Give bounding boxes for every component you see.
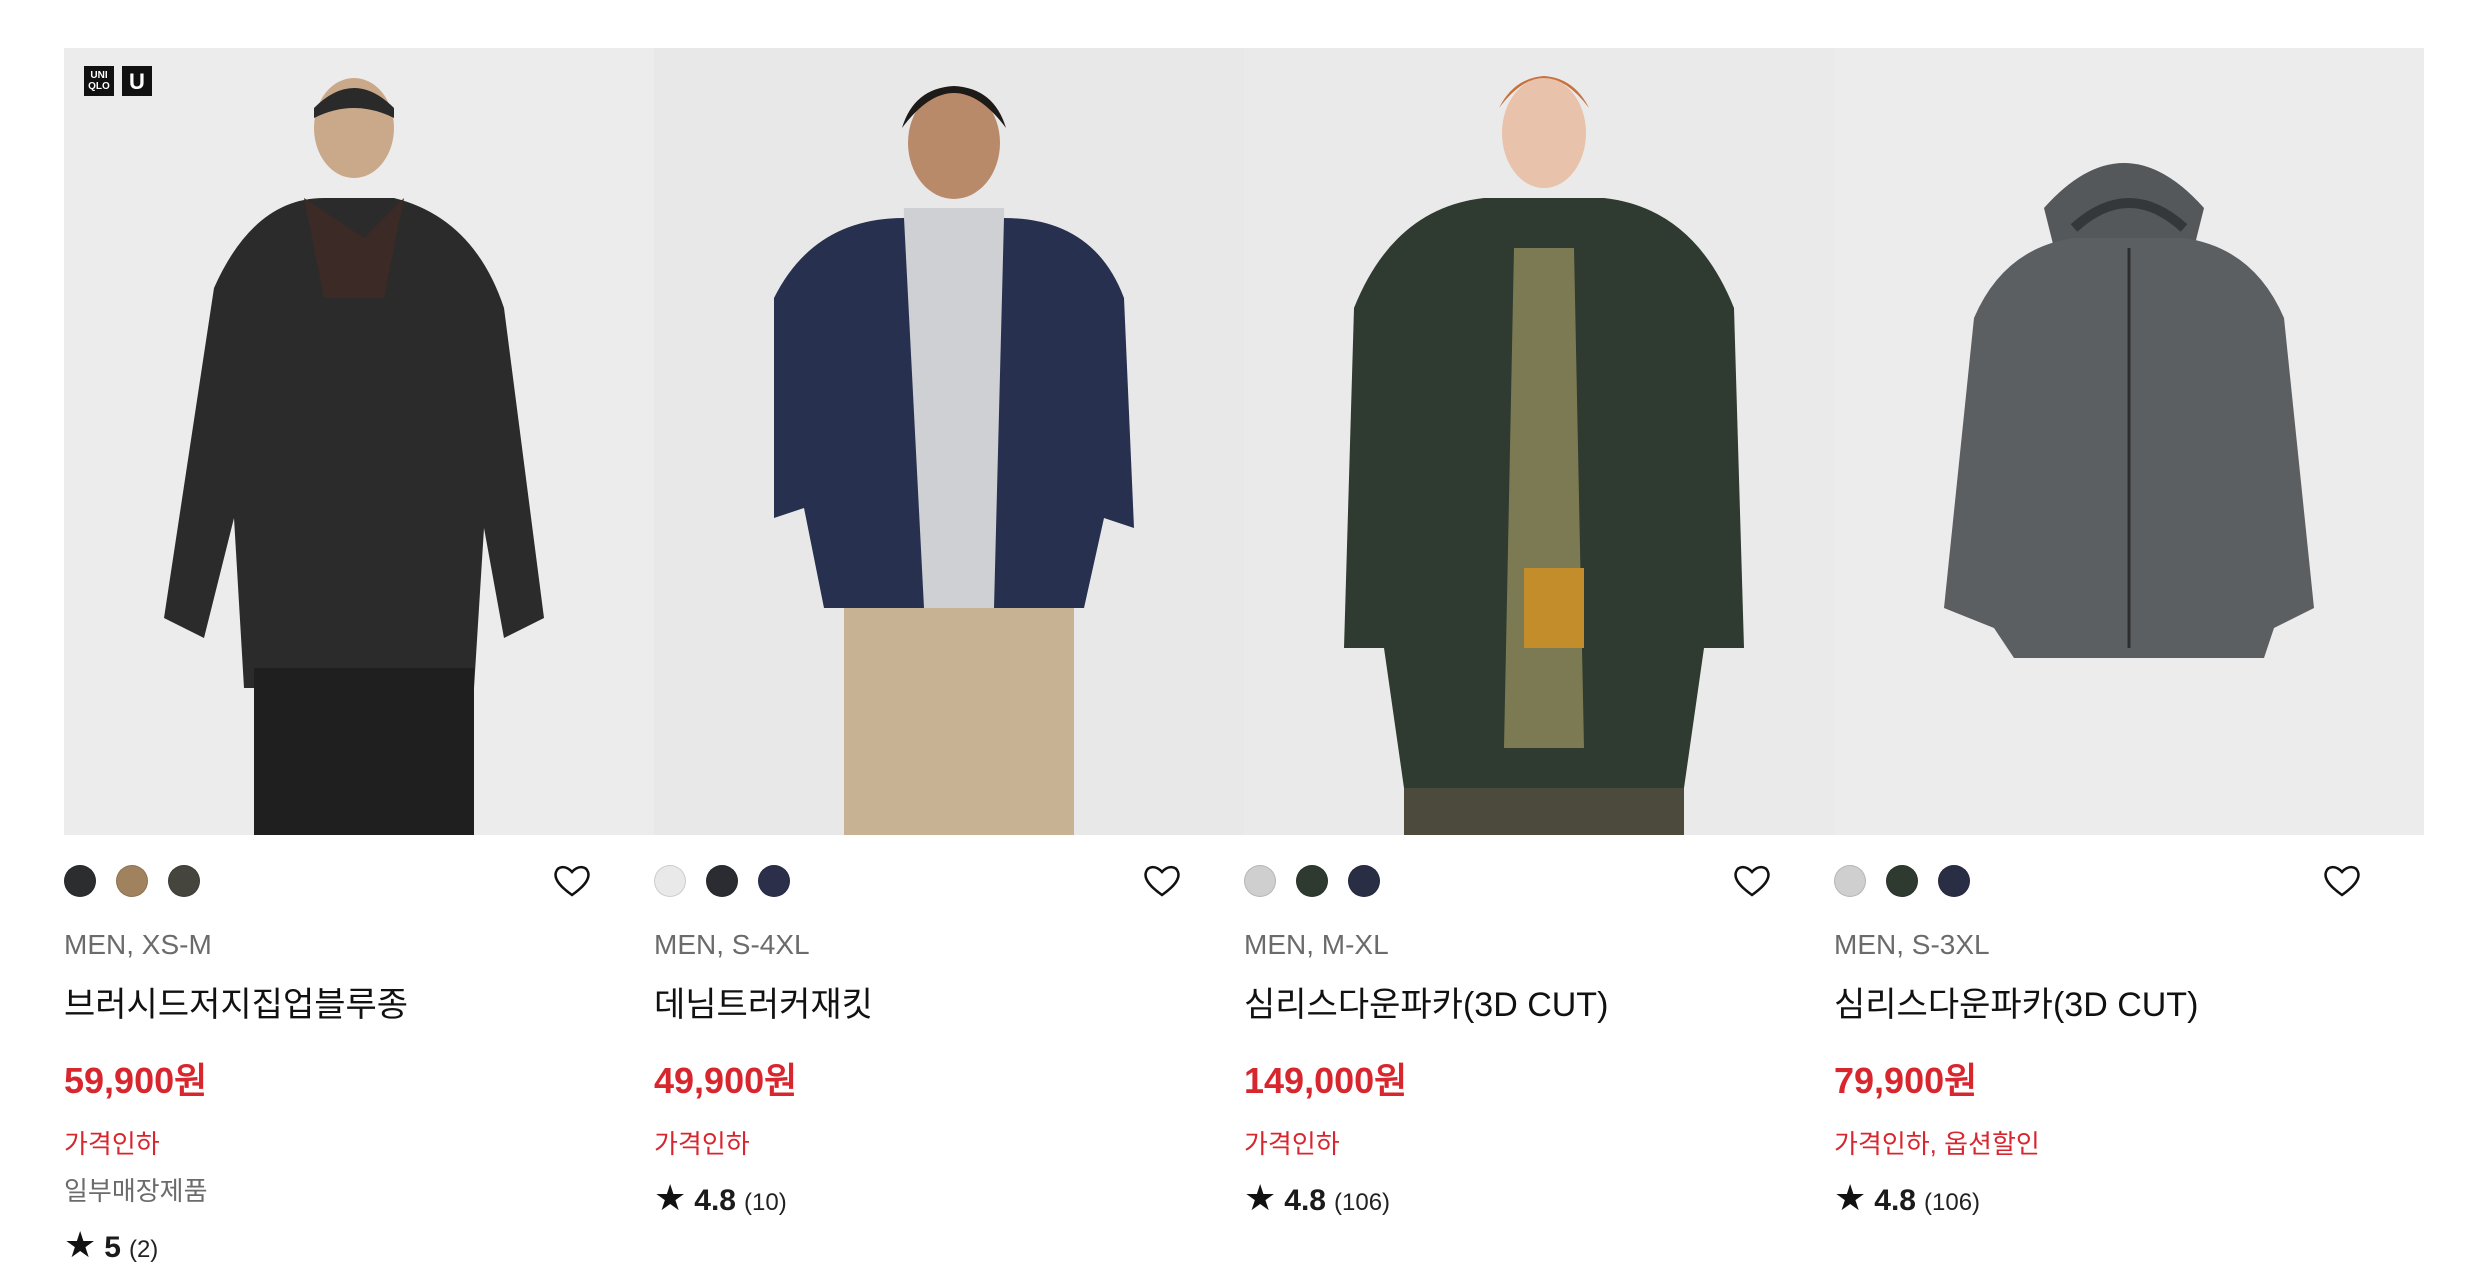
star-icon: ★: [64, 1224, 97, 1265]
price-flag: 가격인하: [1244, 1129, 1340, 1159]
color-swatch[interactable]: [168, 865, 200, 897]
product-price: 59,900원: [64, 1060, 208, 1101]
star-icon: ★: [1244, 1177, 1277, 1218]
color-swatch[interactable]: [1348, 865, 1380, 897]
color-swatches: [64, 855, 654, 907]
product-image[interactable]: [1244, 48, 1834, 835]
rating-score: 4.8: [1874, 1184, 1916, 1217]
color-swatch[interactable]: [758, 865, 790, 897]
price-flag: 가격인하, 옵션할인: [1834, 1129, 2040, 1159]
rating-score: 4.8: [694, 1184, 736, 1217]
rating-score: 4.8: [1284, 1184, 1326, 1217]
star-icon: ★: [1834, 1177, 1867, 1218]
product-card[interactable]: MEN, M-XL 심리스다운파카(3D CUT) 149,000원 가격인하 …: [1244, 48, 1834, 1266]
review-count: (10): [744, 1189, 787, 1216]
review-count: (2): [128, 1236, 159, 1263]
heart-icon[interactable]: [2322, 861, 2362, 901]
product-name[interactable]: 브러시드저지집업블루종: [64, 977, 654, 1026]
product-name[interactable]: 심리스다운파카(3D CUT): [1244, 977, 1834, 1026]
product-gender-size: MEN, S-3XL: [1834, 929, 1990, 960]
product-image[interactable]: [1834, 48, 2424, 835]
review-count: (106): [1924, 1189, 1981, 1216]
color-swatches: [1834, 855, 2424, 907]
heart-icon[interactable]: [1732, 861, 1772, 901]
rating-score: 5: [104, 1231, 121, 1264]
color-swatch[interactable]: [654, 865, 686, 897]
color-swatch[interactable]: [1834, 865, 1866, 897]
color-swatch[interactable]: [64, 865, 96, 897]
product-gender-size: MEN, XS-M: [64, 929, 212, 960]
product-rating: ★ 5 (2): [64, 1224, 654, 1266]
store-note: 일부매장제품: [64, 1176, 208, 1206]
product-rating: ★ 4.8 (106): [1244, 1177, 1834, 1219]
product-name[interactable]: 심리스다운파카(3D CUT): [1834, 977, 2424, 1026]
uniqlo-logo: UNI QLO: [84, 66, 114, 96]
product-name[interactable]: 데님트러커재킷: [654, 977, 1244, 1026]
product-card[interactable]: UNI QLO U MEN, XS-M 브러시드저지집업블루종 59,900원 …: [64, 48, 654, 1266]
color-swatch[interactable]: [116, 865, 148, 897]
product-rating: ★ 4.8 (106): [1834, 1177, 2424, 1219]
product-price: 79,900원: [1834, 1060, 1978, 1101]
price-flag: 가격인하: [64, 1129, 160, 1159]
color-swatch[interactable]: [1886, 865, 1918, 897]
color-swatch[interactable]: [706, 865, 738, 897]
color-swatch[interactable]: [1938, 865, 1970, 897]
color-swatch[interactable]: [1296, 865, 1328, 897]
product-image[interactable]: [654, 48, 1244, 835]
color-swatches: [654, 855, 1244, 907]
heart-icon[interactable]: [1142, 861, 1182, 901]
heart-icon[interactable]: [552, 861, 592, 901]
star-icon: ★: [654, 1177, 687, 1218]
review-count: (106): [1334, 1189, 1391, 1216]
brand-badges: UNI QLO U: [84, 66, 152, 96]
color-swatches: [1244, 855, 1834, 907]
product-price: 49,900원: [654, 1060, 798, 1101]
product-card[interactable]: MEN, S-3XL 심리스다운파카(3D CUT) 79,900원 가격인하,…: [1834, 48, 2424, 1266]
product-image[interactable]: UNI QLO U: [64, 48, 654, 835]
product-rating: ★ 4.8 (10): [654, 1177, 1244, 1219]
product-card[interactable]: MEN, S-4XL 데님트러커재킷 49,900원 가격인하 ★ 4.8 (1…: [654, 48, 1244, 1266]
product-gender-size: MEN, S-4XL: [654, 929, 810, 960]
u-logo: U: [122, 66, 152, 96]
product-grid: UNI QLO U MEN, XS-M 브러시드저지집업블루종 59,900원 …: [64, 48, 2424, 1266]
product-gender-size: MEN, M-XL: [1244, 929, 1389, 960]
price-flag: 가격인하: [654, 1129, 750, 1159]
color-swatch[interactable]: [1244, 865, 1276, 897]
product-price: 149,000원: [1244, 1060, 1408, 1101]
